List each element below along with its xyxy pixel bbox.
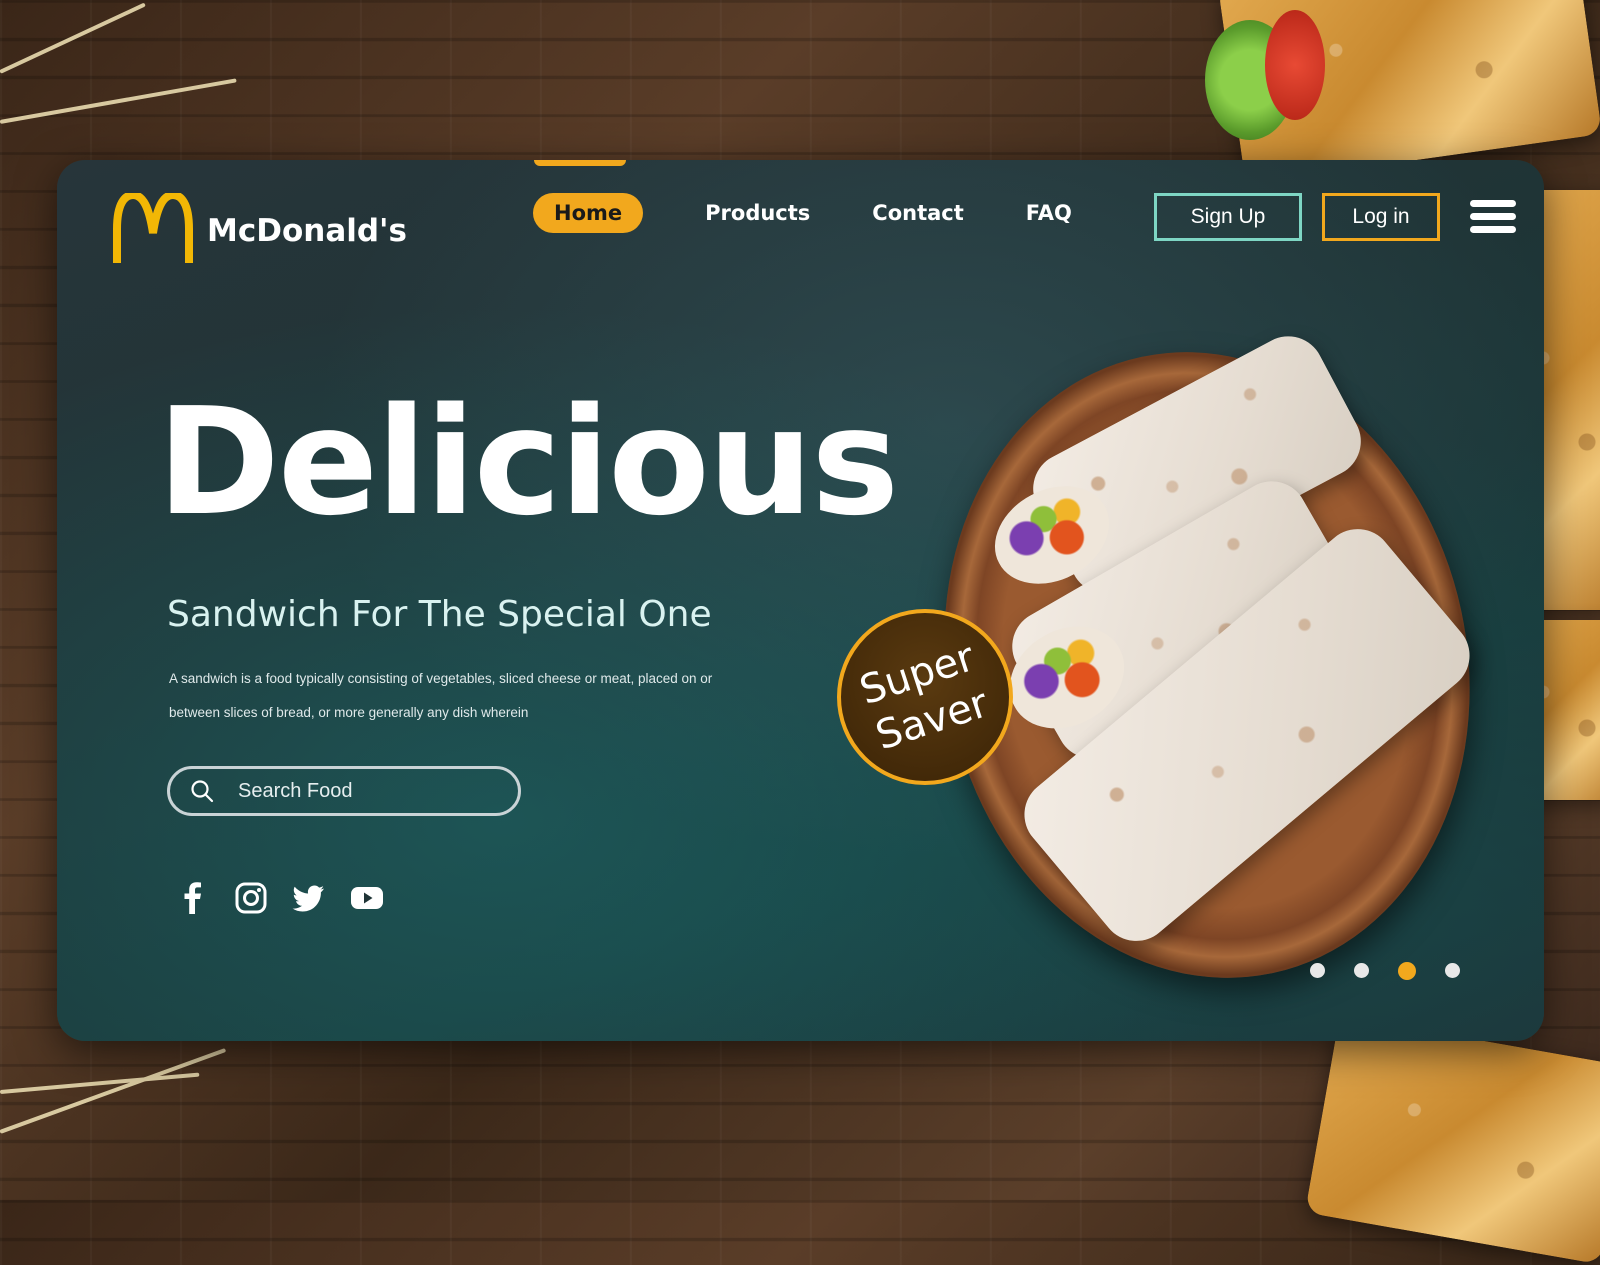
background-skewer (0, 1072, 200, 1094)
brand-logo[interactable]: McDonald's (113, 193, 407, 265)
instagram-icon[interactable] (233, 880, 269, 916)
facebook-icon[interactable] (175, 880, 211, 916)
background-skewer (0, 78, 237, 124)
nav-contact[interactable]: Contact (872, 193, 964, 233)
hamburger-menu-icon[interactable] (1470, 200, 1516, 233)
hero-description: A sandwich is a food typically consistin… (169, 662, 729, 730)
brand-name: McDonald's (207, 213, 408, 249)
youtube-icon[interactable] (349, 880, 385, 916)
search-input[interactable] (236, 778, 500, 804)
background-skewer (0, 2, 146, 74)
twitter-icon[interactable] (291, 880, 327, 916)
sign-up-button[interactable]: Sign Up (1154, 193, 1302, 241)
badge-text: Super Saver (854, 633, 995, 761)
super-saver-badge: Super Saver (837, 609, 1013, 785)
nav-home[interactable]: Home (533, 193, 644, 233)
main-nav: Home Products Contact FAQ (533, 193, 1134, 233)
nav-faq[interactable]: FAQ (1026, 193, 1072, 233)
slider-dot[interactable] (1354, 963, 1369, 978)
hero-card: McDonald's Home Products Contact FAQ Sig… (57, 160, 1544, 1041)
slider-dot[interactable] (1310, 963, 1325, 978)
hero-title: Delicious (157, 376, 899, 548)
golden-arches-logo (113, 193, 193, 263)
background-tomato (1265, 10, 1325, 120)
top-accent-tab (534, 160, 626, 166)
hero-description-line: A sandwich is a food typically consistin… (169, 671, 713, 686)
slider-dot-active[interactable] (1398, 962, 1416, 980)
log-in-button[interactable]: Log in (1322, 193, 1440, 241)
search-bar[interactable] (167, 766, 521, 816)
slider-dot[interactable] (1445, 963, 1460, 978)
slider-dots (1310, 962, 1489, 980)
nav-products[interactable]: Products (705, 193, 810, 233)
hero-description-line: between slices of bread, or more general… (169, 705, 529, 720)
search-icon (191, 780, 214, 803)
background-sandwich-bottom-right (1304, 1015, 1600, 1265)
hero-subtitle: Sandwich For The Special One (167, 594, 712, 635)
social-links (175, 880, 407, 916)
